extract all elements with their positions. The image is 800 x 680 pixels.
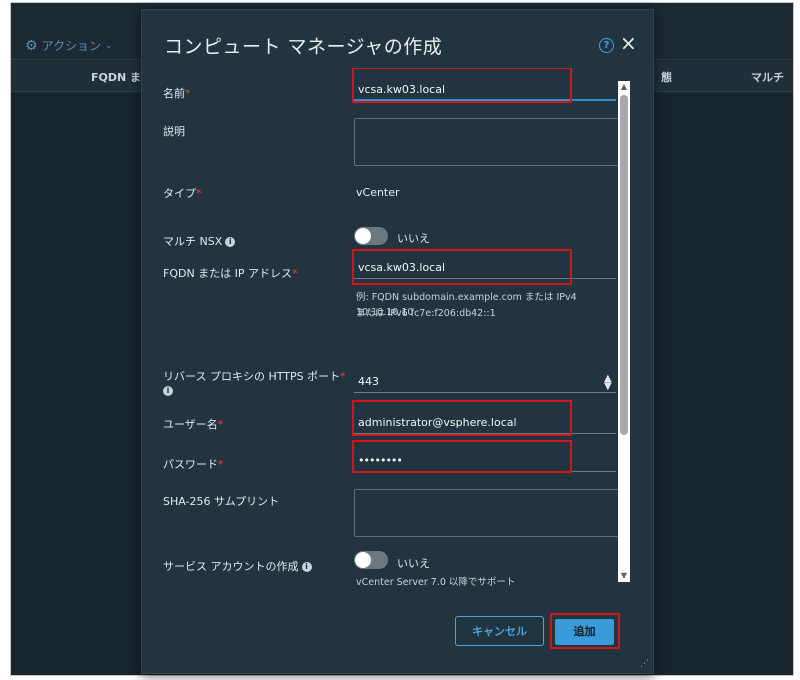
column-header-status: 態	[661, 71, 672, 84]
fqdn-helper-line2: または IPv6 fc7e:f206:db42::1	[356, 308, 496, 319]
username-label: ユーザー名*	[163, 418, 224, 431]
multi-nsx-label: マルチ NSX i	[163, 233, 236, 249]
type-label: タイプ*	[163, 187, 202, 200]
info-icon: i	[225, 237, 236, 247]
chevron-down-icon: ⌄	[104, 40, 113, 51]
actions-label: アクション	[41, 39, 101, 53]
https-port-input[interactable]: 443	[354, 371, 616, 393]
create-compute-manager-dialog: コンピュート マネージャの作成 ? × 名前* vcsa.kw03.local …	[141, 9, 654, 674]
service-account-toggle-text: いいえ	[397, 557, 430, 570]
info-icon: i	[301, 562, 312, 572]
type-value: vCenter	[356, 186, 400, 199]
form-area: 名前* vcsa.kw03.local 説明 タイプ* vCenter マルチ …	[142, 68, 632, 588]
port-stepper-icon[interactable]: ▲ ▼	[604, 374, 612, 392]
form-scrollbar[interactable]: ▲ ▼	[618, 81, 630, 582]
add-button-highlight-box	[550, 613, 620, 649]
info-icon: i	[163, 386, 173, 396]
scroll-up-icon[interactable]: ▲	[618, 81, 630, 93]
fqdn-highlight-box	[352, 249, 572, 285]
scroll-down-icon[interactable]: ▼	[618, 570, 630, 582]
https-port-label: リバース プロキシの HTTPS ポート* i	[163, 370, 346, 396]
resize-handle-icon[interactable]: ⋰	[640, 660, 649, 669]
cancel-button[interactable]: キャンセル	[455, 616, 544, 646]
service-account-label: サービス アカウントの作成 i	[163, 558, 312, 574]
multi-nsx-toggle-text: いいえ	[397, 232, 430, 245]
sha256-textarea[interactable]	[354, 489, 620, 537]
help-icon[interactable]: ?	[599, 38, 614, 53]
sha256-label: SHA-256 サムプリント	[163, 495, 280, 508]
service-account-toggle[interactable]	[354, 551, 388, 569]
password-label: パスワード*	[163, 458, 224, 471]
service-account-note: vCenter Server 7.0 以降でサポート	[356, 577, 516, 588]
name-label: 名前*	[163, 87, 191, 100]
fqdn-label: FQDN または IP アドレス*	[163, 267, 298, 280]
close-icon[interactable]: ×	[620, 32, 637, 54]
description-textarea[interactable]	[354, 118, 620, 166]
multi-nsx-toggle[interactable]	[354, 227, 388, 245]
username-highlight-box	[352, 400, 572, 436]
description-label: 説明	[163, 125, 185, 138]
name-highlight-box	[352, 68, 572, 103]
dialog-title: コンピュート マネージャの作成	[164, 36, 443, 58]
gear-icon: ⚙	[25, 37, 38, 54]
scroll-thumb[interactable]	[620, 95, 628, 435]
column-header-multi: マルチ	[751, 71, 784, 84]
actions-menu[interactable]: ⚙ アクション ⌄	[25, 37, 113, 54]
password-highlight-box	[352, 440, 572, 473]
